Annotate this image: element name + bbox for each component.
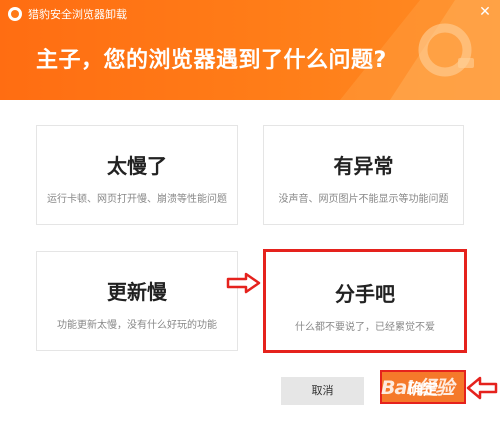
option-card-slow-update[interactable]: 更新慢 功能更新太慢，没有什么好玩的功能 [36,251,238,351]
option-title: 更新慢 [107,280,167,304]
option-title: 太慢了 [107,154,167,178]
title-bar: 猎豹安全浏览器卸载 [8,5,127,23]
window-title: 猎豹安全浏览器卸载 [28,8,127,21]
red-arrow-icon [226,272,261,294]
option-description: 什么都不要说了，已经累觉不爱 [295,322,435,333]
option-description: 运行卡顿、网页打开慢、崩溃等性能问题 [47,194,227,205]
option-description: 功能更新太慢，没有什么好玩的功能 [57,320,217,331]
watermark: Bai 经验 [381,377,454,399]
header-banner: 猎豹安全浏览器卸载 ✕ 主子，您的浏览器遇到了什么问题? [0,0,500,100]
red-arrow-icon [466,376,498,400]
option-title: 有异常 [333,154,394,178]
page-title: 主子，您的浏览器遇到了什么问题? [36,48,387,73]
option-card-too-slow[interactable]: 太慢了 运行卡顿、网页打开慢、崩溃等性能问题 [36,125,238,225]
cancel-button[interactable]: 取消 [281,377,364,405]
logo-icon [8,7,22,21]
option-description: 没声音、网页图片不能显示等功能问题 [278,194,449,205]
option-card-abnormal[interactable]: 有异常 没声音、网页图片不能显示等功能问题 [263,125,464,225]
option-title: 分手吧 [335,282,395,306]
close-icon[interactable]: ✕ [478,5,492,19]
option-card-break-up[interactable]: 分手吧 什么都不要说了，已经累觉不爱 [263,249,467,353]
